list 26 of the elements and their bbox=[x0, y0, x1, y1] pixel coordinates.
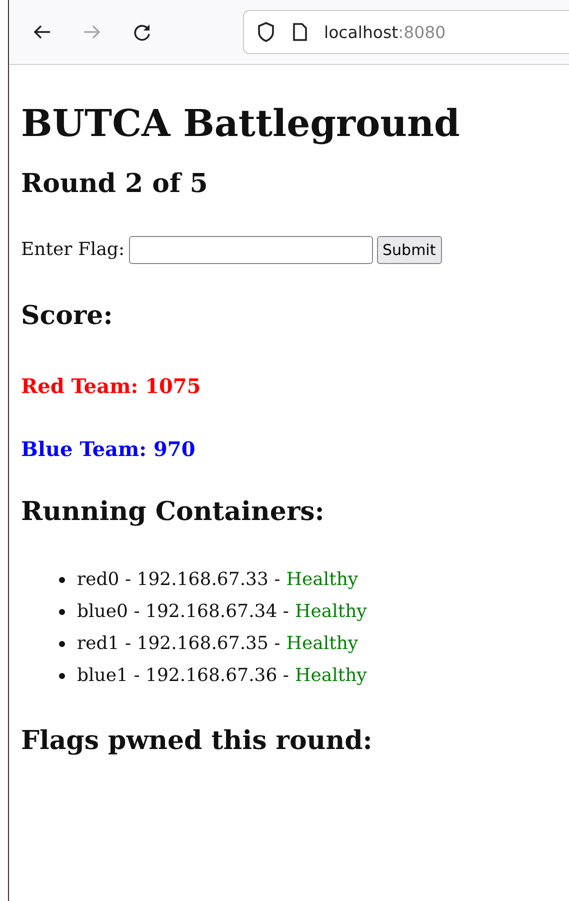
submit-button[interactable]: Submit bbox=[376, 236, 442, 264]
bullet-icon bbox=[59, 640, 65, 647]
container-status: Healthy bbox=[286, 569, 358, 590]
containers-heading: Running Containers: bbox=[21, 496, 326, 528]
url-text: localhost:8080 bbox=[324, 22, 446, 42]
flag-input[interactable] bbox=[128, 236, 373, 264]
team-score: Red Team: 1075 bbox=[21, 374, 202, 398]
container-info: red1 - 192.168.67.35 - bbox=[77, 633, 280, 654]
container-info: red0 - 192.168.67.33 - bbox=[77, 569, 280, 590]
container-status: Healthy bbox=[295, 665, 367, 686]
container-info: blue0 - 192.168.67.34 - bbox=[77, 601, 289, 622]
page-title: BUTCA Battleground bbox=[21, 101, 461, 146]
shield-icon bbox=[256, 21, 276, 43]
bullet-icon bbox=[59, 576, 65, 583]
address-bar[interactable]: localhost:8080 bbox=[243, 10, 569, 54]
page-icon bbox=[292, 22, 308, 42]
container-status: Healthy bbox=[295, 601, 367, 622]
container-info: blue1 - 192.168.67.36 - bbox=[77, 665, 289, 686]
bullet-icon bbox=[59, 608, 65, 615]
round-heading: Round 2 of 5 bbox=[21, 169, 209, 201]
flags-heading: Flags pwned this round: bbox=[21, 726, 374, 758]
bullet-icon bbox=[59, 672, 65, 679]
score-heading: Score: bbox=[21, 300, 114, 332]
flag-label: Enter Flag: bbox=[21, 239, 125, 260]
container-status: Healthy bbox=[286, 633, 358, 654]
team-score: Blue Team: 970 bbox=[21, 436, 196, 461]
